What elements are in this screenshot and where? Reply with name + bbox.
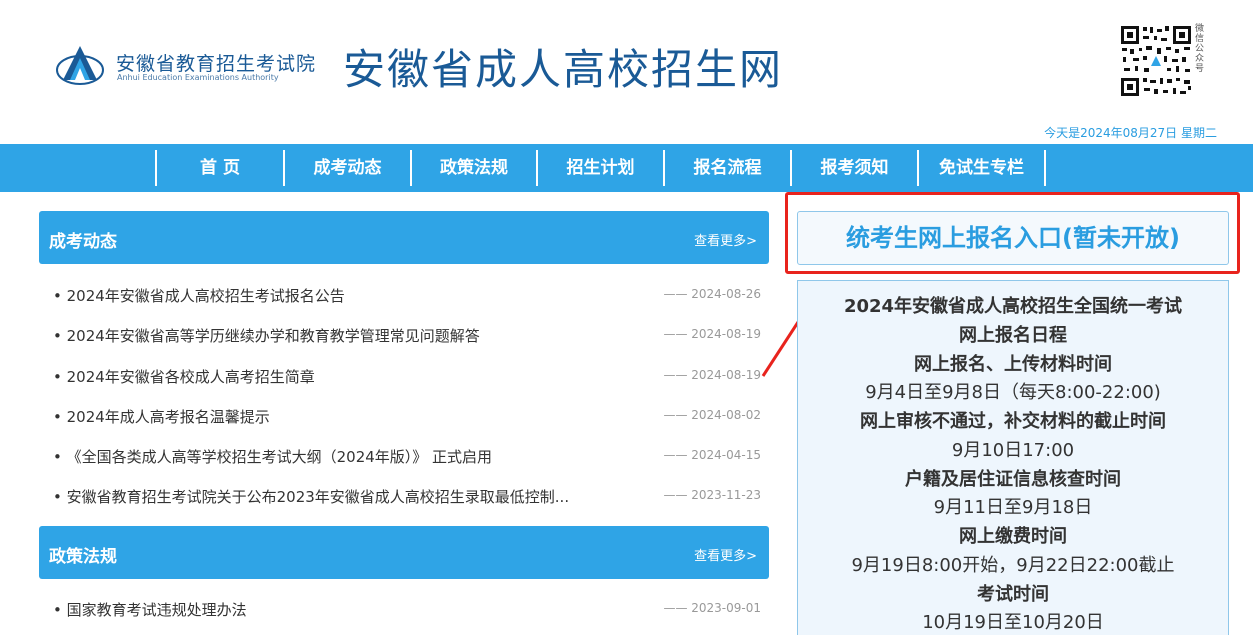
schedule-value: 9月11日至9月18日 [933,497,1093,518]
nav-item-registration-process[interactable]: 报名流程 [665,151,790,185]
news-date: —— 2023-11-23 [663,488,761,502]
schedule-value: 9月19日8:00开始，9月22日22:00截止 [851,555,1175,576]
news-title[interactable]: • 2024年安徽省成人高校招生考试报名公告 [53,285,345,306]
section-title: 成考动态 [49,232,117,252]
news-title[interactable]: • 2024年安徽省高等学历继续办学和教育教学管理常见问题解答 [53,325,480,346]
news-title[interactable]: • 2024年成人高考报名温馨提示 [53,406,270,427]
news-item[interactable]: • 安徽省教育招生考试院关于公布2023年安徽省成人高校招生录取最低控制... … [53,486,761,506]
news-title[interactable]: • 《全国各类成人高等学校招生考试大纲（2024年版）》 正式启用 [53,446,492,467]
schedule-heading: 2024年安徽省成人高校招生全国统一考试 [843,296,1183,317]
news-item[interactable]: • 《全国各类成人高等学校招生考试大纲（2024年版）》 正式启用 —— 202… [53,446,761,466]
news-title[interactable]: • 国家教育考试违规处理办法 [53,599,247,620]
schedule-heading: 网上报名日程 [959,325,1067,346]
nav-item-exam-news[interactable]: 成考动态 [285,151,410,185]
news-item[interactable]: • 2024年安徽省成人高校招生考试报名公告 —— 2024-08-26 [53,285,761,305]
news-title[interactable]: • 2024年安徽省各校成人高考招生简章 [53,366,315,387]
qr-caption: 微信公众号 [1195,24,1205,74]
schedule-label: 户籍及居住证信息核查时间 [905,469,1121,490]
nav-item-policies[interactable]: 政策法规 [412,151,536,185]
news-date: —— 2023-09-01 [663,601,761,615]
news-item[interactable]: • 2024年安徽省高等学历继续办学和教育教学管理常见问题解答 —— 2024-… [53,325,761,345]
schedule-value: 9月4日至9月8日（每天8:00-22:00) [865,382,1161,403]
news-item[interactable]: • 2024年成人高考报名温馨提示 —— 2024-08-02 [53,406,761,426]
schedule-label: 网上缴费时间 [959,526,1067,547]
org-name-en: Anhui Education Examinations Authority [117,73,279,82]
schedule-value: 9月10日17:00 [951,440,1075,461]
section-header-policies: 政策法规 查看更多> [39,526,769,579]
wechat-qr-code-icon [1119,24,1193,98]
section-title: 政策法规 [49,547,117,567]
view-more-link[interactable]: 查看更多> [694,230,757,249]
org-name-cn[interactable]: 安徽省教育招生考试院 [116,49,316,76]
news-date: —— 2024-04-15 [663,448,761,462]
news-date: —— 2024-08-19 [663,327,761,341]
nav-item-home[interactable]: 首 页 [157,151,283,185]
schedule-value: 10月19日至10月20日 [922,612,1104,633]
site-header: 安徽省教育招生考试院 Anhui Education Examinations … [0,0,1253,144]
news-date: —— 2024-08-19 [663,368,761,382]
news-date: —— 2024-08-26 [663,287,761,301]
news-title[interactable]: • 安徽省教育招生考试院关于公布2023年安徽省成人高校招生录取最低控制... [53,486,569,507]
news-item[interactable]: • 2024年安徽省各校成人高考招生简章 —— 2024-08-19 [53,366,761,386]
current-date: 今天是2024年08月27日 星期二 [1044,126,1217,140]
nav-item-enrollment-plan[interactable]: 招生计划 [538,151,663,185]
authority-logo-icon[interactable] [55,40,105,88]
schedule-label: 网上报名、上传材料时间 [914,354,1112,375]
online-registration-button[interactable]: 统考生网上报名入口(暂未开放) [797,211,1229,265]
nav-item-exam-notice[interactable]: 报考须知 [792,151,917,185]
news-item[interactable]: • 国家教育考试违规处理办法 —— 2023-09-01 [53,599,761,619]
registration-schedule-panel: 2024年安徽省成人高校招生全国统一考试 网上报名日程 网上报名、上传材料时间 … [797,280,1229,635]
schedule-label: 考试时间 [977,584,1049,605]
nav-separator [1044,150,1046,186]
site-title[interactable]: 安徽省成人高校招生网 [343,36,783,97]
main-nav: 首 页 成考动态 政策法规 招生计划 报名流程 报考须知 免试生专栏 [0,144,1253,192]
nav-item-exempt-students[interactable]: 免试生专栏 [919,151,1044,185]
section-header-exam-news: 成考动态 查看更多> [39,211,769,264]
news-date: —— 2024-08-02 [663,408,761,422]
schedule-label: 网上审核不通过，补交材料的截止时间 [860,411,1166,432]
view-more-link[interactable]: 查看更多> [694,545,757,564]
